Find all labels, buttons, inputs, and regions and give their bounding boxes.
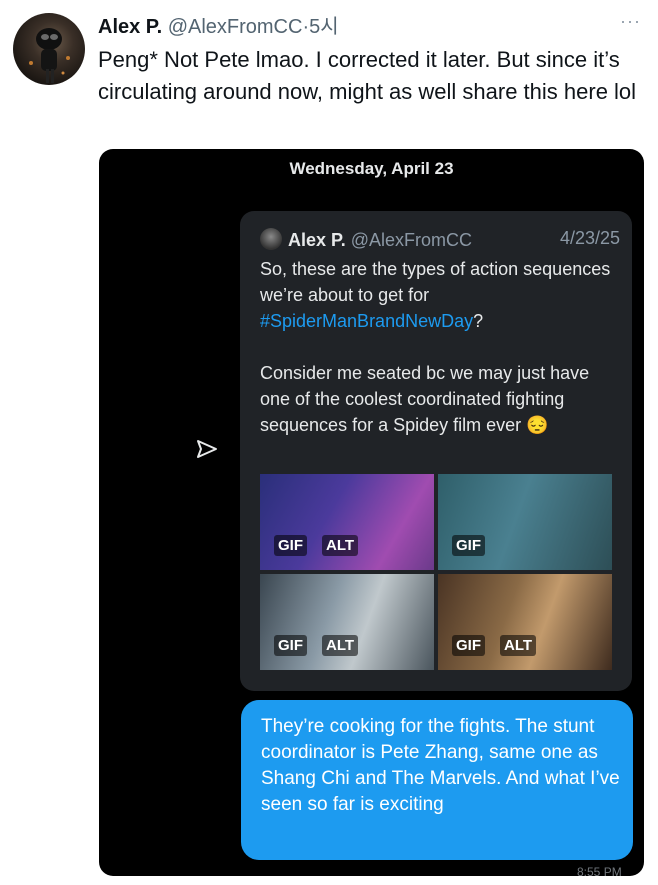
send-icon[interactable] bbox=[195, 439, 219, 459]
media-grid: GIF ALT GIF GIF ALT GIF ALT bbox=[260, 474, 612, 671]
message-text: They’re cooking for the fights. The stun… bbox=[261, 716, 620, 815]
author-avatar[interactable] bbox=[13, 13, 85, 85]
author-name[interactable]: Alex P. bbox=[98, 16, 162, 38]
gif-tile-2[interactable]: GIF bbox=[438, 474, 612, 570]
gif-badge: GIF bbox=[452, 635, 485, 656]
gif-badge: GIF bbox=[452, 535, 485, 556]
quoted-author-avatar bbox=[260, 228, 282, 250]
quoted-tweet-card[interactable]: Alex P. @AlexFromCC 4/23/25 So, these ar… bbox=[240, 211, 632, 691]
gif-badge: GIF bbox=[274, 535, 307, 556]
gif-badge: GIF bbox=[274, 635, 307, 656]
avatar-figure bbox=[29, 28, 70, 83]
quoted-text-part2: ? bbox=[473, 311, 484, 331]
gif-tile-4[interactable]: GIF ALT bbox=[438, 574, 612, 670]
tweet-header: Alex P. @AlexFromCC·5시 bbox=[98, 10, 339, 39]
more-options-icon[interactable]: ··· bbox=[620, 11, 641, 32]
quoted-tweet-text: So, these are the types of action sequen… bbox=[260, 256, 615, 438]
author-handle[interactable]: @AlexFromCC bbox=[168, 16, 303, 38]
gif-tile-1[interactable]: GIF ALT bbox=[260, 474, 434, 570]
gif-tile-3[interactable]: GIF ALT bbox=[260, 574, 434, 670]
alt-badge[interactable]: ALT bbox=[322, 635, 359, 656]
quoted-tweet-date: 4/23/25 bbox=[559, 228, 620, 248]
quoted-author-name: Alex P. bbox=[288, 230, 346, 250]
message-timestamp: 8:55 PM bbox=[577, 865, 622, 876]
alt-badge[interactable]: ALT bbox=[500, 635, 537, 656]
hashtag-link[interactable]: #SpiderManBrandNewDay bbox=[260, 311, 473, 331]
date-header: Wednesday, April 23 bbox=[289, 159, 454, 178]
quoted-text-part1: So, these are the types of action sequen… bbox=[260, 259, 611, 305]
alt-badge[interactable]: ALT bbox=[322, 535, 359, 556]
quoted-author-handle: @AlexFromCC bbox=[350, 230, 473, 250]
tweet-text: Peng* Not Pete lmao. I corrected it late… bbox=[98, 47, 637, 104]
pensive-emoji: 😔 bbox=[526, 415, 549, 435]
attached-screenshot[interactable]: Wednesday, April 23 Alex P. @AlexFromCC … bbox=[99, 149, 644, 876]
quoted-tweet-header: Alex P. @AlexFromCC 4/23/25 bbox=[260, 228, 620, 251]
post-time[interactable]: 5시 bbox=[309, 16, 339, 38]
message-bubble[interactable]: They’re cooking for the fights. The stun… bbox=[241, 700, 633, 860]
